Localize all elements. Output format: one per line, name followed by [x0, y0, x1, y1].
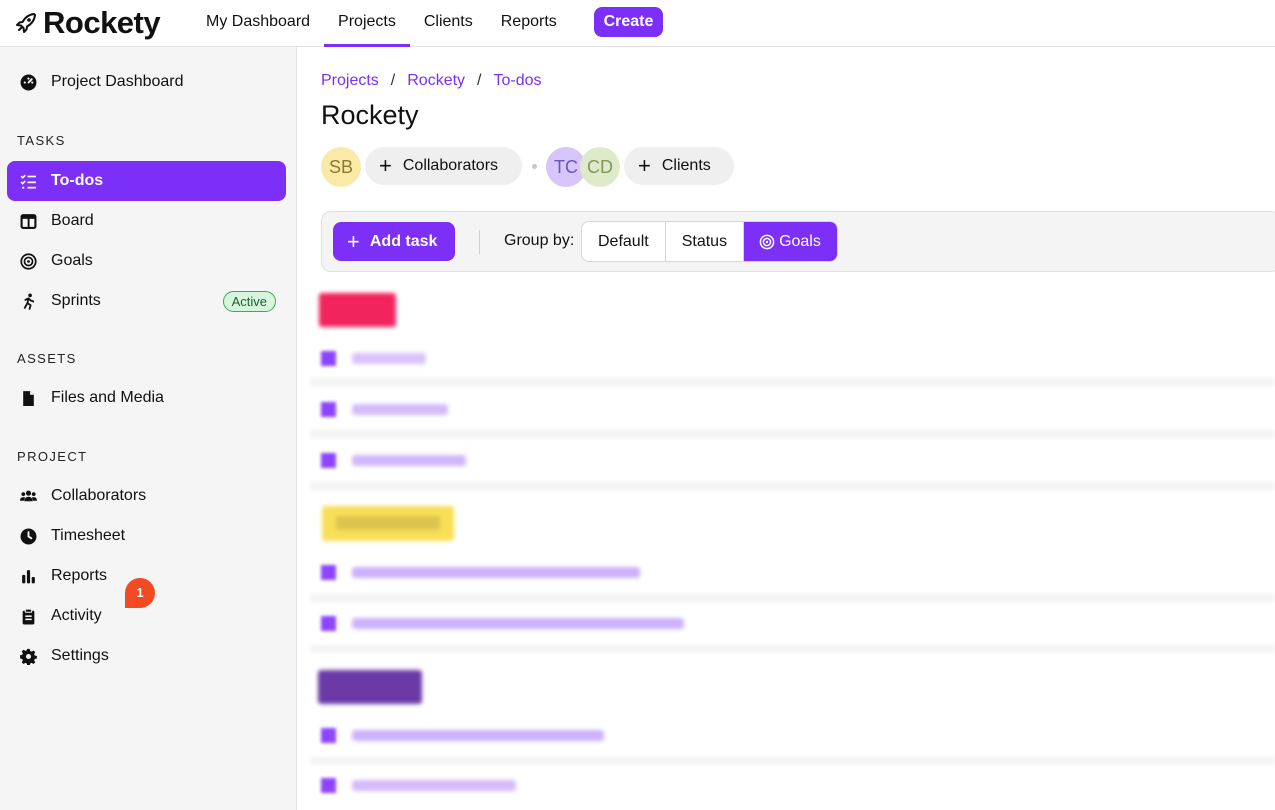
group-by-selector: Default Status Goals	[581, 221, 838, 262]
plus-icon: +	[638, 153, 651, 178]
add-collaborators-button[interactable]: + Collaborators	[365, 147, 522, 185]
task-checkbox[interactable]	[321, 402, 336, 417]
sidebar-item-label: Settings	[51, 647, 109, 664]
board-icon	[19, 212, 37, 230]
add-task-label: Add task	[369, 232, 438, 250]
sidebar-item-label: Project Dashboard	[51, 73, 184, 90]
nav-reports[interactable]: Reports	[487, 0, 571, 47]
row-divider	[310, 645, 1275, 653]
sidebar-item-goals[interactable]: Goals	[7, 241, 286, 281]
bar-chart-icon	[19, 567, 37, 585]
plus-icon: +	[347, 228, 360, 254]
plus-icon: +	[379, 153, 392, 178]
add-clients-button[interactable]: + Clients	[624, 147, 734, 185]
sidebar-item-label: Collaborators	[51, 487, 147, 504]
dashboard-icon	[19, 73, 37, 91]
goal-label-text	[336, 516, 440, 530]
status-badge: Active	[222, 291, 276, 312]
sidebar-item-label: Goals	[51, 252, 93, 269]
runner-icon	[19, 292, 37, 310]
target-icon	[759, 234, 775, 249]
group-option-default[interactable]: Default	[582, 222, 666, 261]
avatar[interactable]: CD	[580, 147, 620, 187]
sidebar-item-label: Files and Media	[51, 389, 164, 406]
task-checkbox[interactable]	[321, 616, 336, 631]
clock-icon	[19, 527, 37, 545]
group-by-label: Group by:	[504, 232, 575, 249]
sidebar-item-collaborators[interactable]: Collaborators	[7, 476, 286, 516]
sidebar-item-label: Board	[51, 212, 94, 229]
separator-dot	[532, 164, 537, 169]
target-icon	[19, 252, 37, 270]
create-button[interactable]: Create	[594, 7, 663, 37]
sidebar-item-label: To-dos	[51, 172, 104, 189]
section-heading-tasks: TASKS	[17, 133, 66, 148]
task-title[interactable]	[352, 780, 516, 791]
group-option-goals[interactable]: Goals	[744, 222, 837, 261]
users-icon	[19, 487, 37, 505]
task-title[interactable]	[352, 567, 640, 578]
row-divider	[310, 482, 1275, 490]
task-toolbar: + Add task Group by: Default Status Goal…	[321, 211, 1275, 272]
main-nav: My Dashboard Projects Clients Reports	[192, 0, 571, 47]
add-clients-label: Clients	[661, 157, 711, 174]
add-task-button[interactable]: + Add task	[333, 222, 455, 261]
sidebar-item-timesheet[interactable]: Timesheet	[7, 516, 286, 556]
sidebar-item-files-and-media[interactable]: Files and Media	[7, 378, 286, 418]
breadcrumb-rockety[interactable]: Rockety	[407, 72, 465, 90]
sidebar-item-board[interactable]: Board	[7, 201, 286, 241]
sidebar-item-sprints[interactable]: Sprints Active	[7, 281, 286, 321]
sidebar-item-settings[interactable]: Settings	[7, 636, 286, 676]
notification-badge[interactable]: 1	[125, 578, 155, 608]
brand-logo[interactable]: Rockety	[14, 5, 161, 41]
gear-icon	[19, 647, 37, 665]
nav-my-dashboard[interactable]: My Dashboard	[192, 0, 324, 47]
sidebar-item-label: Activity	[51, 607, 102, 624]
task-checkbox[interactable]	[321, 778, 336, 793]
breadcrumb-to-dos[interactable]: To-dos	[494, 72, 542, 90]
task-title[interactable]	[352, 455, 466, 466]
checklist-icon	[19, 172, 37, 190]
nav-projects[interactable]: Projects	[324, 0, 410, 47]
sidebar-item-to-dos[interactable]: To-dos	[7, 161, 286, 201]
top-navigation-bar: Rockety My Dashboard Projects Clients Re…	[0, 0, 1275, 47]
row-divider	[310, 594, 1275, 602]
breadcrumb-separator: /	[390, 72, 396, 89]
section-heading-assets: ASSETS	[17, 351, 77, 366]
add-collaborators-label: Collaborators	[402, 157, 499, 174]
task-title[interactable]	[352, 730, 604, 741]
brand-name: Rockety	[43, 5, 161, 40]
sidebar-item-label: Timesheet	[51, 527, 126, 544]
sidebar-item-label: Reports	[51, 567, 108, 584]
task-title[interactable]	[352, 618, 684, 629]
breadcrumb-separator: /	[477, 72, 482, 89]
task-checkbox[interactable]	[321, 351, 336, 366]
section-heading-project: PROJECT	[17, 449, 88, 464]
avatar[interactable]: SB	[321, 147, 361, 187]
task-checkbox[interactable]	[321, 565, 336, 580]
task-checkbox[interactable]	[321, 453, 336, 468]
task-title[interactable]	[352, 353, 426, 364]
row-divider	[310, 757, 1275, 765]
group-option-status[interactable]: Status	[666, 222, 745, 261]
rocket-icon	[16, 13, 36, 33]
page-title: Rockety	[321, 100, 419, 130]
breadcrumb: Projects / Rockety / To-dos	[321, 72, 542, 90]
goal-label[interactable]	[318, 670, 422, 704]
row-divider	[310, 430, 1275, 438]
goal-label[interactable]	[319, 293, 396, 327]
breadcrumb-projects[interactable]: Projects	[321, 72, 379, 90]
sidebar: Project Dashboard TASKS To-dos Board Goa…	[0, 47, 297, 810]
row-divider	[310, 378, 1275, 386]
toolbar-divider	[479, 230, 480, 254]
sidebar-item-label: Sprints	[51, 292, 101, 309]
task-title[interactable]	[352, 404, 448, 415]
file-icon	[19, 389, 37, 407]
task-checkbox[interactable]	[321, 728, 336, 743]
group-option-goals-label: Goals	[779, 233, 821, 250]
clipboard-icon	[19, 607, 37, 625]
sidebar-item-project-dashboard[interactable]: Project Dashboard	[7, 62, 286, 102]
nav-clients[interactable]: Clients	[410, 0, 487, 47]
